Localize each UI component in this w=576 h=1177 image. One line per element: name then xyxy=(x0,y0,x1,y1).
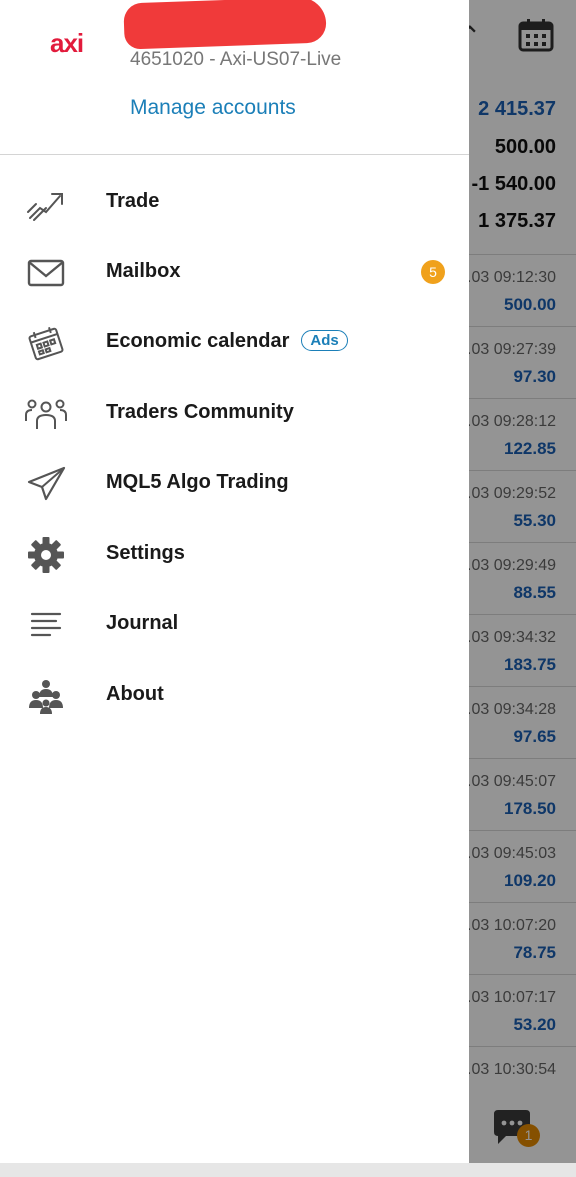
brand-logo: axi xyxy=(50,28,84,58)
menu-label: About xyxy=(106,683,164,705)
menu-label: Mailbox xyxy=(106,260,181,282)
navigation-drawer: axi M n 4651020 - Axi-US07-Live Manage a… xyxy=(0,0,469,1163)
ads-tag: Ads xyxy=(301,330,348,351)
header-divider xyxy=(0,154,469,155)
menu-item-journal[interactable]: Journal xyxy=(0,590,469,660)
redaction-mark xyxy=(123,0,327,50)
menu-item-mql5-algo-trading[interactable]: MQL5 Algo Trading xyxy=(0,449,469,519)
menu-label-text: Economic calendar xyxy=(106,330,290,352)
menu-label: Settings xyxy=(106,542,185,564)
manage-accounts-link[interactable]: Manage accounts xyxy=(130,96,296,120)
account-server-line: 4651020 - Axi-US07-Live xyxy=(130,49,342,70)
menu-item-economic-calendar[interactable]: Economic calendar Ads xyxy=(0,308,469,378)
menu-item-trade[interactable]: Trade xyxy=(0,168,469,238)
menu-item-settings[interactable]: Settings xyxy=(0,520,469,590)
gear-icon xyxy=(28,537,64,573)
menu-label: Trade xyxy=(106,190,160,212)
menu-label: MQL5 Algo Trading xyxy=(106,471,289,493)
about-crowd-icon xyxy=(29,680,63,714)
calendar-icon xyxy=(28,326,64,361)
system-nav-bar xyxy=(0,1163,576,1177)
menu-item-mailbox[interactable]: Mailbox 5 xyxy=(0,238,469,308)
menu-label: Traders Community xyxy=(106,401,294,423)
menu-label: Economic calendar Ads xyxy=(106,330,348,353)
menu-item-traders-community[interactable]: Traders Community xyxy=(0,379,469,449)
menu-item-about[interactable]: About xyxy=(0,661,469,731)
mailbox-unread-badge: 5 xyxy=(421,260,445,284)
envelope-icon xyxy=(27,259,65,287)
menu-label: Journal xyxy=(106,612,179,634)
paper-plane-icon xyxy=(27,466,66,501)
trade-chart-icon xyxy=(27,193,63,221)
journal-lines-icon xyxy=(30,612,62,637)
community-icon xyxy=(25,399,67,429)
